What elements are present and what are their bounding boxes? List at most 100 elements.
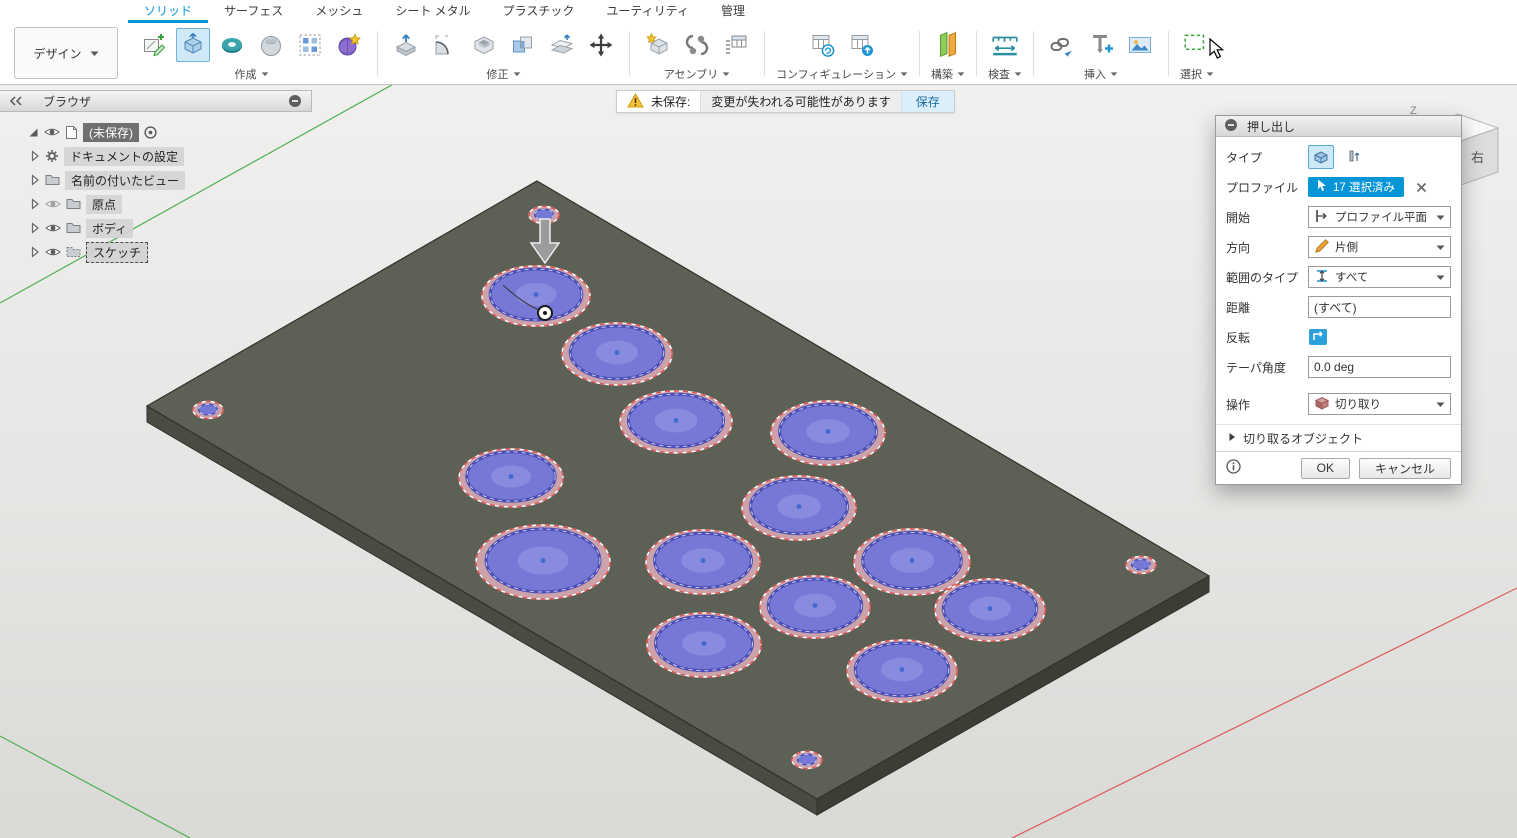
group-inspect-dropdown[interactable]: 検査 xyxy=(988,65,1022,82)
objects-to-cut-section[interactable]: 切り取るオブジェクト xyxy=(1216,424,1461,451)
extent-dropdown[interactable]: すべて xyxy=(1308,266,1451,288)
browser-row-bodies[interactable]: ボディ xyxy=(28,216,312,240)
group-construct-dropdown[interactable]: 構築 xyxy=(931,65,965,82)
hole-profile[interactable] xyxy=(481,265,591,327)
profile-selection-badge[interactable]: 17 選択済み xyxy=(1308,177,1404,197)
eye-icon[interactable] xyxy=(45,222,61,234)
extrude-type-thin-button[interactable] xyxy=(1341,145,1367,169)
eye-off-icon[interactable] xyxy=(45,198,61,210)
browser-item-label[interactable]: 名前の付いたビュー xyxy=(65,170,186,190)
hole-profile[interactable] xyxy=(759,575,871,639)
hole-profile[interactable] xyxy=(853,528,971,596)
browser-row-document-settings[interactable]: ドキュメントの設定 xyxy=(28,144,312,168)
cancel-button[interactable]: キャンセル xyxy=(1358,457,1451,479)
move-icon[interactable] xyxy=(584,28,618,62)
collapse-dialog-icon[interactable] xyxy=(1224,118,1238,135)
extrude-dialog-header[interactable]: 押し出し xyxy=(1216,116,1461,137)
hole-profile[interactable] xyxy=(561,322,673,386)
combine-icon[interactable] xyxy=(506,28,540,62)
ground-target-icon[interactable] xyxy=(144,125,157,139)
create-form-icon[interactable] xyxy=(332,28,366,62)
eye-icon[interactable] xyxy=(44,126,60,138)
tab-surface[interactable]: サーフェス xyxy=(208,0,299,23)
group-create-dropdown[interactable]: 作成 xyxy=(235,65,269,82)
hole-profile[interactable] xyxy=(475,524,611,600)
hole-profile[interactable] xyxy=(741,475,857,541)
configuration-insert-icon[interactable] xyxy=(845,28,879,62)
hole-profile[interactable] xyxy=(770,400,886,466)
browser-item-label[interactable]: ボディ xyxy=(86,218,134,238)
group-select-dropdown[interactable]: 選択 xyxy=(1180,65,1214,82)
minimize-browser-icon[interactable] xyxy=(288,94,302,108)
configuration-table-icon[interactable] xyxy=(806,28,840,62)
operation-dropdown[interactable]: 切り取り xyxy=(1308,393,1451,415)
corner-hole-profile[interactable] xyxy=(1125,555,1157,575)
component-list-icon[interactable] xyxy=(719,28,753,62)
hole-icon[interactable] xyxy=(254,28,288,62)
browser-row-origin[interactable]: 原点 xyxy=(28,192,312,216)
hole-profile[interactable] xyxy=(645,529,761,595)
distance-input[interactable] xyxy=(1308,296,1451,318)
direction-label: 方向 xyxy=(1226,240,1251,255)
browser-row-document[interactable]: (未保存) xyxy=(28,120,312,144)
browser-item-label[interactable]: ドキュメントの設定 xyxy=(64,146,185,166)
direction-dropdown[interactable]: 片側 xyxy=(1308,236,1451,258)
tab-mesh[interactable]: メッシュ xyxy=(299,0,379,23)
shell-icon[interactable] xyxy=(467,28,501,62)
info-icon[interactable] xyxy=(1226,459,1241,477)
group-modify-dropdown[interactable]: 修正 xyxy=(487,65,521,82)
canvas-image-icon[interactable] xyxy=(1123,28,1157,62)
hole-profile[interactable] xyxy=(846,639,958,703)
hole-profile[interactable] xyxy=(458,448,564,508)
corner-hole-profile[interactable] xyxy=(192,400,224,420)
tab-utilities[interactable]: ユーティリティ xyxy=(590,0,705,23)
browser-item-label[interactable]: (未保存) xyxy=(83,122,139,142)
group-insert-dropdown[interactable]: 挿入 xyxy=(1084,65,1118,82)
press-pull-icon[interactable] xyxy=(389,28,423,62)
tab-solid[interactable]: ソリッド xyxy=(128,0,208,23)
fillet-icon[interactable] xyxy=(428,28,462,62)
browser-row-sketches[interactable]: スケッチ xyxy=(28,240,312,264)
offset-face-icon[interactable] xyxy=(545,28,579,62)
browser-row-named-views[interactable]: 名前の付いたビュー xyxy=(28,168,312,192)
expanded-arrow-icon[interactable] xyxy=(28,127,39,138)
expand-arrow-icon[interactable] xyxy=(30,246,40,258)
tab-plastic[interactable]: プラスチック xyxy=(487,0,591,23)
eye-icon[interactable] xyxy=(45,246,61,258)
group-assemble-dropdown[interactable]: アセンブリ xyxy=(664,65,730,82)
pattern-icon[interactable] xyxy=(293,28,327,62)
browser-item-label[interactable]: スケッチ xyxy=(86,241,149,263)
expand-arrow-icon[interactable] xyxy=(30,150,40,162)
expand-arrow-icon[interactable] xyxy=(30,198,40,210)
taper-angle-input[interactable] xyxy=(1308,356,1451,378)
create-sketch-icon[interactable] xyxy=(137,28,171,62)
flip-button[interactable] xyxy=(1308,328,1328,346)
new-component-icon[interactable] xyxy=(641,28,675,62)
measure-icon[interactable] xyxy=(988,28,1022,62)
hole-profile[interactable] xyxy=(619,390,733,454)
tab-sheet-metal[interactable]: シート メタル xyxy=(379,0,486,23)
expand-arrow-icon[interactable] xyxy=(30,174,40,186)
insert-design-icon[interactable] xyxy=(1045,28,1079,62)
revolve-icon[interactable] xyxy=(215,28,249,62)
hole-profile[interactable] xyxy=(646,612,762,678)
extrude-type-solid-button[interactable] xyxy=(1308,145,1334,169)
start-dropdown[interactable]: プロファイル平面 xyxy=(1308,206,1451,228)
corner-hole-profile[interactable] xyxy=(791,750,823,770)
construct-plane-icon[interactable] xyxy=(931,28,965,62)
collapse-browser-icon[interactable] xyxy=(9,96,23,106)
expand-arrow-icon[interactable] xyxy=(30,222,40,234)
ok-button[interactable]: OK xyxy=(1300,457,1350,479)
hole-profile[interactable] xyxy=(934,578,1046,642)
browser-item-label[interactable]: 原点 xyxy=(86,194,123,214)
joint-icon[interactable] xyxy=(680,28,714,62)
clear-selection-icon[interactable] xyxy=(1416,182,1427,193)
plate-top-face[interactable] xyxy=(145,180,1211,800)
group-configure-dropdown[interactable]: コンフィギュレーション xyxy=(776,65,908,82)
insert-fastener-icon[interactable] xyxy=(1084,28,1118,62)
tab-manage[interactable]: 管理 xyxy=(705,0,761,23)
design-workspace-button[interactable]: デザイン xyxy=(14,27,118,79)
extrude-icon[interactable] xyxy=(176,28,210,62)
browser-header[interactable]: ブラウザ xyxy=(0,90,312,112)
save-button[interactable]: 保存 xyxy=(900,91,954,112)
